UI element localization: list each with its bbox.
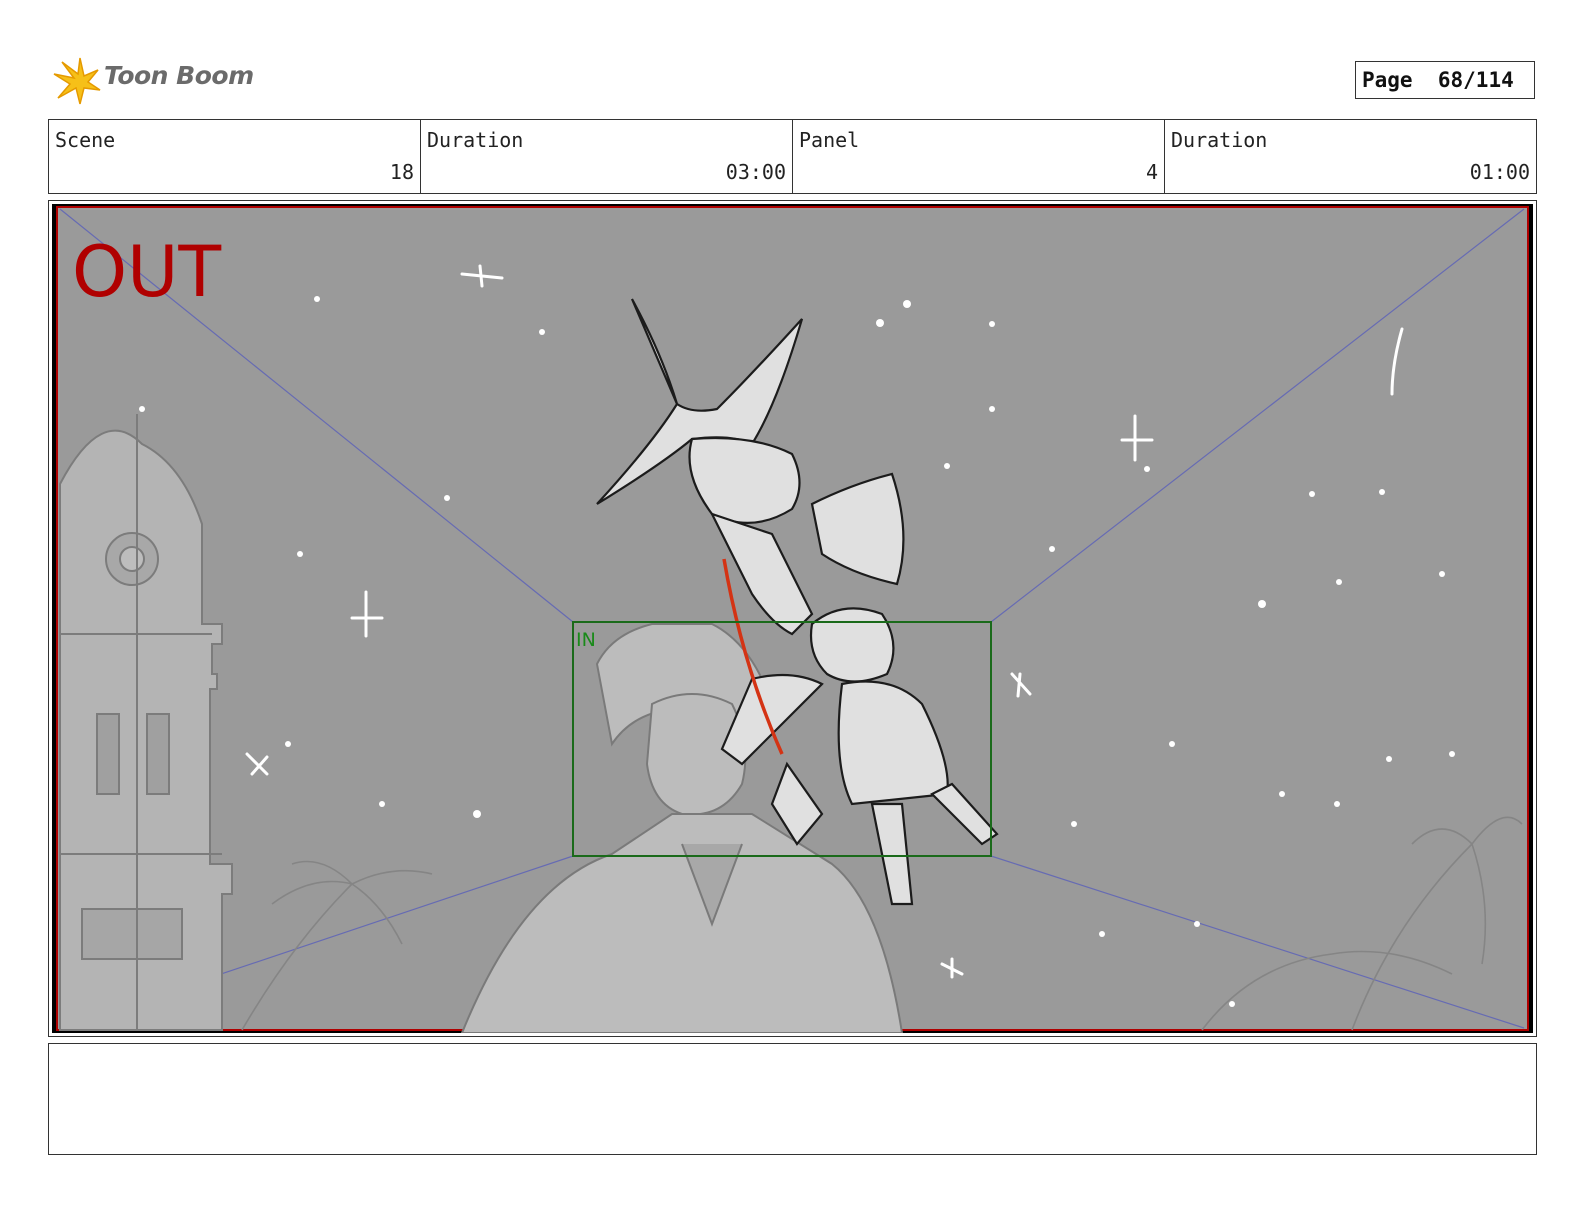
toon-boom-logo: Toon Boom — [52, 56, 254, 106]
panel-cell: Panel 4 — [793, 120, 1165, 193]
scene-duration-value: 03:00 — [725, 160, 786, 184]
panel-label: Panel — [799, 128, 860, 152]
logo-text: Toon Boom — [104, 61, 254, 90]
panel-notes-box — [48, 1043, 1537, 1155]
page-indicator: Page 68/114 — [1355, 61, 1535, 99]
page-number: 68/114 — [1437, 68, 1514, 92]
in-label: IN — [576, 629, 596, 651]
scene-value: 18 — [389, 160, 414, 184]
starburst-logo-icon — [53, 57, 101, 105]
panel-duration-cell: Duration 01:00 — [1165, 120, 1536, 193]
scene-label: Scene — [55, 128, 116, 152]
info-table: Scene 18 Duration 03:00 Panel 4 Duration… — [48, 119, 1537, 194]
panel-value: 4 — [1145, 160, 1158, 184]
scene-duration-label: Duration — [427, 128, 524, 152]
scene-cell: Scene 18 — [49, 120, 421, 193]
storyboard-panel-image: IN OUT — [52, 204, 1533, 1033]
panel-duration-value: 01:00 — [1469, 160, 1530, 184]
out-label: OUT — [72, 231, 221, 313]
scene-duration-cell: Duration 03:00 — [421, 120, 793, 193]
panel-duration-label: Duration — [1171, 128, 1268, 152]
page-label: Page — [1362, 68, 1413, 92]
